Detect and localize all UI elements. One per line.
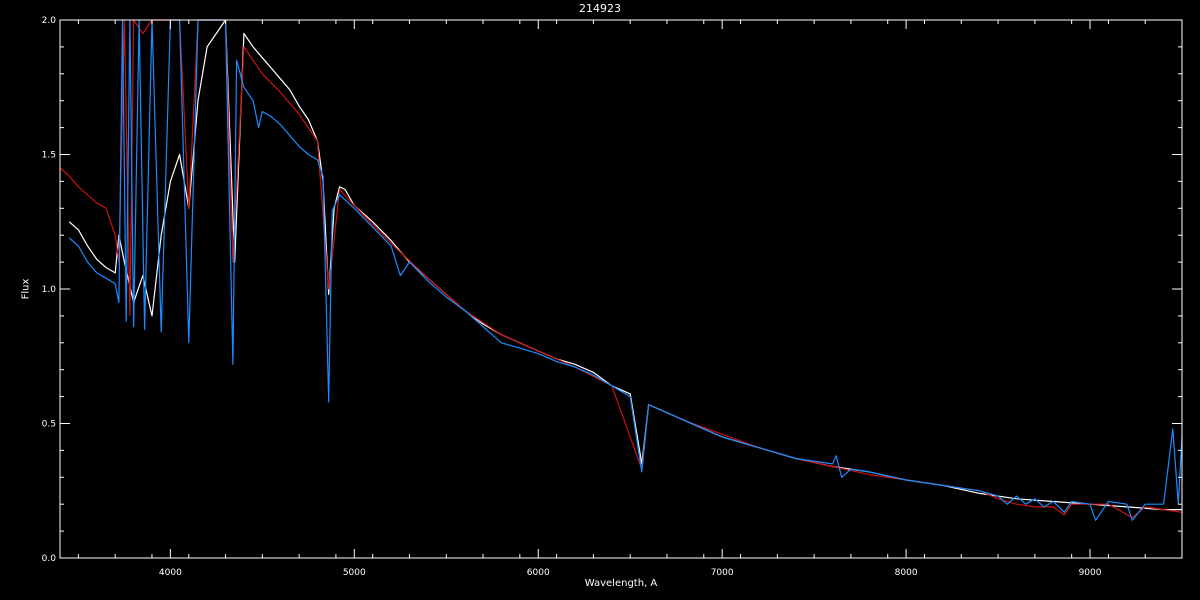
x-tick-label: 8000 [895, 568, 918, 578]
chart-title: 214923 [579, 2, 621, 15]
y-axis-label: Flux [20, 278, 32, 300]
x-tick-label: 7000 [711, 568, 734, 578]
plot-background [0, 0, 1200, 600]
spectrum-chart: 4000 5000 6000 7000 8000 9000 0.0 0.5 1.0 1.5 2.0 [0, 0, 1200, 600]
x-tick-label: 9000 [1079, 568, 1102, 578]
y-tick-label: 1.5 [42, 151, 56, 161]
x-axis-label: Wavelength, A [584, 578, 658, 589]
y-tick-label: 0.5 [42, 420, 56, 430]
x-tick-label: 6000 [527, 568, 550, 578]
y-tick-label: 1.0 [42, 285, 57, 295]
y-tick-label: 2.0 [42, 16, 57, 26]
y-tick-label: 0.0 [42, 554, 57, 564]
x-tick-label: 4000 [159, 568, 182, 578]
x-tick-label: 5000 [343, 568, 366, 578]
